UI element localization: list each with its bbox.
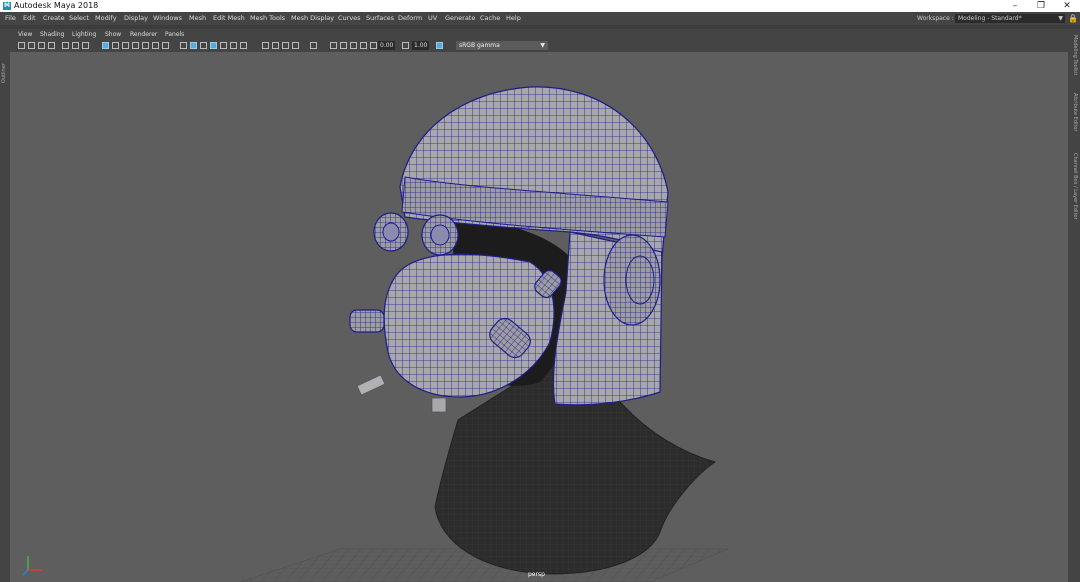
sequence-icon[interactable] [82, 42, 89, 49]
close-button[interactable]: ✕ [1056, 0, 1078, 12]
panel-menu-view[interactable]: View [18, 29, 32, 40]
modeling-toolkit-tab[interactable]: Modeling Toolkit [1070, 35, 1078, 75]
menu-file[interactable]: File [5, 12, 16, 25]
menu-curves[interactable]: Curves [338, 12, 361, 25]
backface-culling-icon[interactable] [360, 42, 367, 49]
window-title: Autodesk Maya 2018 [14, 1, 99, 10]
workspace-value: Modeling - Standard* [958, 15, 1022, 22]
panel-menubar: View Shading Lighting Show Renderer Pane… [10, 29, 1068, 40]
panel-menu-shading[interactable]: Shading [40, 29, 64, 40]
camera-attributes-icon[interactable] [28, 42, 35, 49]
minimize-button[interactable]: – [1004, 0, 1026, 12]
shadows-icon[interactable] [240, 42, 247, 49]
chevron-down-icon: ▼ [540, 42, 545, 49]
viewport-toolbar: 0.00 1.00 sRGB gamma ▼ [10, 40, 1068, 52]
image-plane-icon[interactable] [48, 42, 55, 49]
view-transform-dropdown[interactable]: sRGB gamma ▼ [456, 41, 548, 50]
textured-icon[interactable] [220, 42, 227, 49]
right-dock-strip: Modeling Toolkit Attribute Editor Channe… [1068, 29, 1080, 582]
workspace-label: Workspace : [917, 15, 954, 22]
left-dock-strip: Outliner [0, 29, 10, 582]
isolate-select-icon[interactable] [310, 42, 317, 49]
xray-joints-icon[interactable] [340, 42, 347, 49]
grease-pencil-icon[interactable] [62, 42, 69, 49]
menu-edit-mesh[interactable]: Edit Mesh [213, 12, 245, 25]
menu-help[interactable]: Help [506, 12, 521, 25]
attribute-editor-tab[interactable]: Attribute Editor [1070, 93, 1078, 131]
mask-bottom-tube [356, 374, 386, 396]
scene-render [239, 86, 729, 582]
gate-mask-icon[interactable] [132, 42, 139, 49]
menu-mesh-tools[interactable]: Mesh Tools [250, 12, 285, 25]
chevron-down-icon: ▼ [1058, 15, 1063, 22]
restore-button[interactable]: ❐ [1030, 0, 1052, 12]
view-transform-value: sRGB gamma [459, 42, 500, 49]
panel-menu-show[interactable]: Show [105, 29, 121, 40]
film-gate-icon[interactable] [112, 42, 119, 49]
axis-gizmo [20, 552, 46, 578]
menu-edit[interactable]: Edit [23, 12, 36, 25]
field-chart-icon[interactable] [142, 42, 149, 49]
xray-components-icon[interactable] [350, 42, 357, 49]
menu-generate[interactable]: Generate [445, 12, 475, 25]
exposure-icon[interactable] [370, 42, 377, 49]
menu-create[interactable]: Create [43, 12, 65, 25]
grid-toggle-icon[interactable] [102, 42, 109, 49]
wireframe-icon[interactable] [180, 42, 187, 49]
xray-icon[interactable] [330, 42, 337, 49]
ear-disc [603, 234, 661, 326]
panel-menu-lighting[interactable]: Lighting [72, 29, 96, 40]
menu-modify[interactable]: Modify [95, 12, 117, 25]
workspace-dropdown[interactable]: Modeling - Standard* ▼ [955, 14, 1065, 23]
two-d-pan-icon[interactable] [72, 42, 79, 49]
motion-blur-icon[interactable] [272, 42, 279, 49]
menu-mesh[interactable]: Mesh [189, 12, 206, 25]
wireframe-on-shaded-icon[interactable] [210, 42, 217, 49]
main-menubar: File Edit Create Select Modify Display W… [0, 12, 1080, 25]
default-material-icon[interactable] [200, 42, 207, 49]
camera-name-label: persp [528, 571, 545, 578]
menu-deform[interactable]: Deform [398, 12, 422, 25]
menu-surfaces[interactable]: Surfaces [366, 12, 394, 25]
menu-display[interactable]: Display [124, 12, 148, 25]
gamma-field[interactable]: 1.00 [412, 41, 430, 50]
safe-action-icon[interactable] [152, 42, 159, 49]
menu-windows[interactable]: Windows [153, 12, 182, 25]
menu-mesh-display[interactable]: Mesh Display [291, 12, 334, 25]
use-all-lights-icon[interactable] [230, 42, 237, 49]
exposure-field[interactable]: 0.00 [378, 41, 396, 50]
gamma-icon[interactable] [402, 42, 409, 49]
maya-app-icon: M [3, 2, 11, 10]
menu-uv[interactable]: UV [428, 12, 437, 25]
panel-menu-renderer[interactable]: Renderer [130, 29, 157, 40]
channel-box-tab[interactable]: Channel Box / Layer Editor [1070, 153, 1078, 220]
title-bar: M Autodesk Maya 2018 – ❐ ✕ [0, 0, 1080, 12]
safe-title-icon[interactable] [162, 42, 169, 49]
mask-front-valve [349, 309, 385, 333]
color-management-icon[interactable] [436, 42, 443, 49]
ambient-occlusion-icon[interactable] [262, 42, 269, 49]
outliner-tab[interactable]: Outliner [1, 63, 9, 83]
anti-aliasing-icon[interactable] [282, 42, 289, 49]
menu-select[interactable]: Select [69, 12, 89, 25]
lock-icon[interactable]: 🔒 [1068, 14, 1078, 23]
select-camera-icon[interactable] [18, 42, 25, 49]
resolution-gate-icon[interactable] [122, 42, 129, 49]
bookmarks-icon[interactable] [38, 42, 45, 49]
menu-cache[interactable]: Cache [480, 12, 500, 25]
perspective-viewport[interactable]: persp [10, 52, 1068, 582]
depth-of-field-icon[interactable] [292, 42, 299, 49]
panel-menu-panels[interactable]: Panels [165, 29, 184, 40]
smooth-shade-icon[interactable] [190, 42, 197, 49]
mask-chin-cap [431, 397, 447, 413]
